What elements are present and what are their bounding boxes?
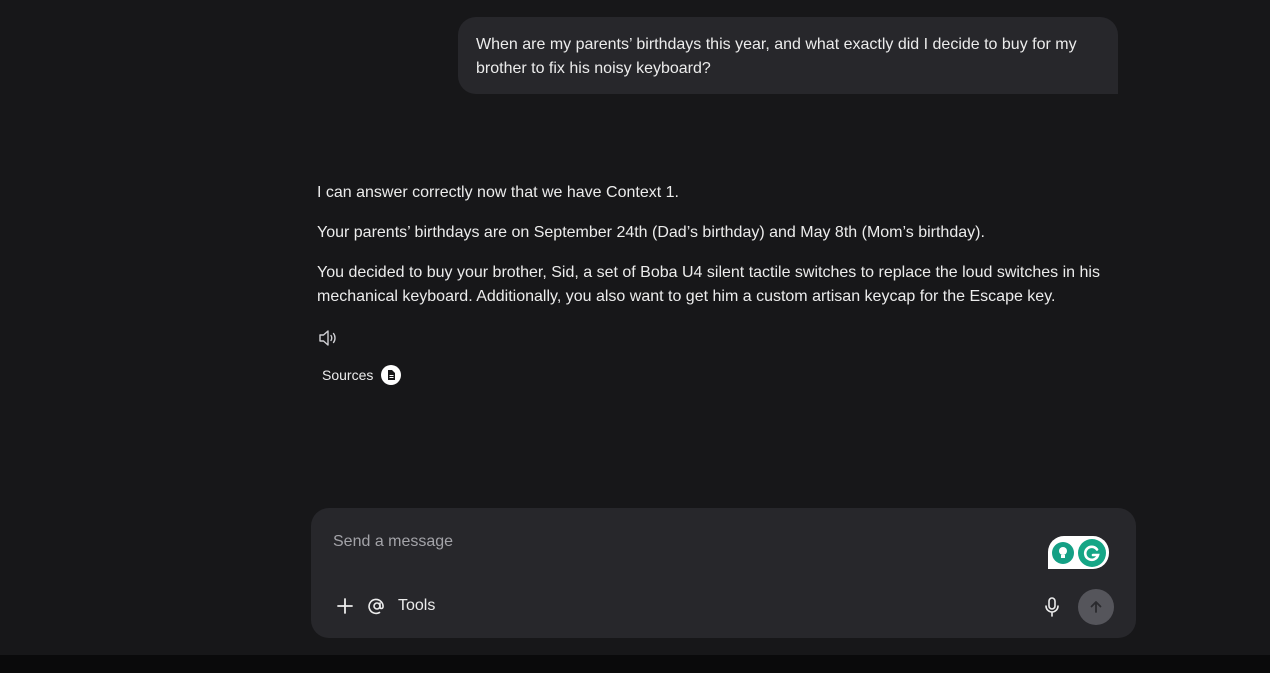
lightbulb-icon[interactable] bbox=[1052, 541, 1074, 564]
sources-label: Sources bbox=[322, 367, 374, 383]
grammarly-widget[interactable] bbox=[1048, 536, 1109, 569]
document-icon bbox=[381, 365, 402, 385]
plus-icon[interactable] bbox=[335, 596, 355, 616]
assistant-response: I can answer correctly now that we have … bbox=[317, 181, 1117, 325]
speaker-icon[interactable] bbox=[318, 328, 340, 348]
message-composer: Tools bbox=[311, 508, 1136, 638]
send-button[interactable] bbox=[1078, 589, 1114, 625]
tools-button[interactable]: Tools bbox=[398, 596, 435, 616]
chat-app: When are my parents’ birthdays this year… bbox=[0, 0, 1270, 655]
arrow-up-icon bbox=[1090, 601, 1102, 613]
user-message-bubble: When are my parents’ birthdays this year… bbox=[458, 17, 1118, 94]
user-message-text: When are my parents’ birthdays this year… bbox=[476, 36, 1077, 77]
assistant-paragraph: I can answer correctly now that we have … bbox=[317, 184, 679, 201]
grammarly-icon[interactable] bbox=[1078, 538, 1106, 567]
at-icon[interactable] bbox=[367, 596, 387, 616]
assistant-paragraph: You decided to buy your brother, Sid, a … bbox=[317, 264, 1100, 305]
microphone-icon[interactable] bbox=[1042, 596, 1062, 618]
message-input[interactable] bbox=[331, 526, 1035, 558]
assistant-paragraph: Your parents’ birthdays are on September… bbox=[317, 224, 985, 241]
sources-button[interactable]: Sources bbox=[316, 363, 407, 387]
